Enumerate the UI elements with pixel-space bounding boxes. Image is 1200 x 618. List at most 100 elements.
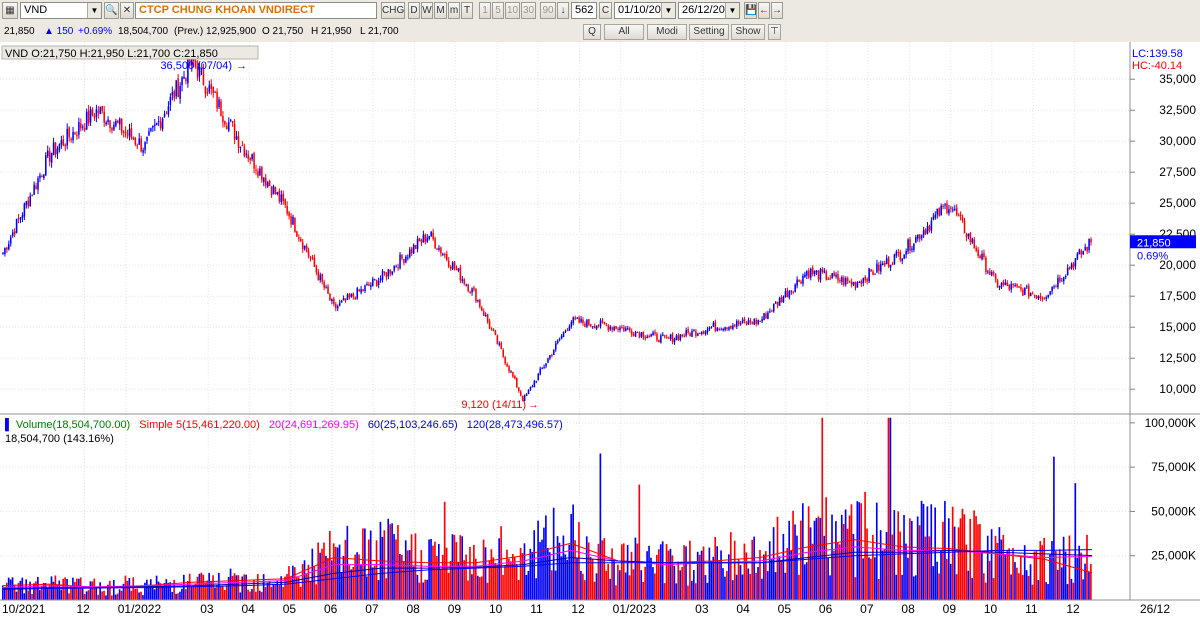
tick-button[interactable]: T <box>461 2 473 19</box>
price-candle-body <box>813 270 816 275</box>
interval-30-button[interactable]: 30 <box>521 2 536 19</box>
volume-bar <box>260 591 263 600</box>
volume-bar <box>803 564 806 600</box>
back-arrow-icon[interactable]: ← <box>758 2 770 19</box>
show-button[interactable]: Show <box>731 24 765 40</box>
volume-bar <box>420 550 423 600</box>
price-candle-body <box>91 110 94 116</box>
volume-bar <box>934 507 936 600</box>
volume-bar <box>829 575 831 600</box>
arrow-down-icon[interactable]: ↓ <box>557 2 569 19</box>
volume-bar <box>564 554 567 600</box>
chg-button[interactable]: CHG <box>381 2 405 19</box>
price-candle-body <box>728 326 730 330</box>
time-tick-label: 05 <box>283 602 297 616</box>
price-candle-body <box>1072 263 1075 268</box>
volume-tick-label: 25,000K <box>1151 549 1196 563</box>
modi-button[interactable]: Modi <box>647 24 687 40</box>
volume-bar <box>1062 536 1065 600</box>
volume-bar <box>443 501 446 600</box>
volume-bar <box>128 577 131 600</box>
volume-bar <box>946 558 948 600</box>
price-candle-body <box>227 122 230 131</box>
volume-bar <box>716 546 718 600</box>
volume-bar <box>1019 555 1022 600</box>
c-button[interactable]: C <box>599 2 612 19</box>
volume-bar <box>630 551 633 600</box>
price-candle-body <box>132 137 135 140</box>
volume-bar <box>916 516 919 600</box>
date-to-field[interactable]: 26/12/202 ▼ <box>678 2 740 19</box>
price-candle-body <box>948 209 950 214</box>
volume-bar <box>266 583 269 600</box>
price-candle-body <box>662 334 664 336</box>
volume-bar <box>126 580 129 600</box>
pin-icon[interactable]: ⊤ <box>768 24 781 40</box>
price-candle-body <box>516 378 518 388</box>
volume-bar <box>305 573 308 600</box>
volume-bar <box>183 574 185 600</box>
volume-bar <box>1082 579 1084 600</box>
price-candle-body <box>808 270 810 278</box>
price-candle-body <box>564 330 567 332</box>
volume-bar <box>315 584 318 600</box>
volume-bar <box>576 557 578 600</box>
volume-bar <box>720 550 722 600</box>
volume-bar <box>321 548 323 600</box>
volume-bar <box>307 564 310 600</box>
setting-button[interactable]: Setting <box>689 24 729 40</box>
daily-button[interactable]: D <box>408 2 420 19</box>
interval-10-button[interactable]: 10 <box>505 2 520 19</box>
bar-count-input[interactable]: 562 <box>571 2 597 19</box>
volume-bar <box>1056 569 1059 600</box>
price-tick-label: 27,500 <box>1159 165 1196 179</box>
q-button[interactable]: Q <box>583 24 601 40</box>
search-icon[interactable]: 🔍 <box>104 2 119 19</box>
close-icon[interactable]: ✕ <box>120 2 134 19</box>
chevron-down-icon[interactable]: ▼ <box>87 3 101 18</box>
forward-arrow-icon[interactable]: → <box>771 2 783 19</box>
interval-1-button[interactable]: 1 <box>479 2 491 19</box>
price-candle-body <box>827 278 830 280</box>
price-volume-chart[interactable]: 35,00032,50030,00027,50025,00022,50020,0… <box>0 42 1200 618</box>
volume-bar <box>105 595 107 600</box>
price-candle-body <box>321 273 323 282</box>
price-candle-body <box>926 225 929 234</box>
volume-bar <box>511 553 514 600</box>
volume-bar <box>515 563 518 600</box>
price-candle-body <box>37 178 39 190</box>
all-button[interactable]: All <box>604 24 644 40</box>
time-tick-label: 06 <box>819 602 833 616</box>
volume-bar <box>782 533 785 600</box>
volume-bar <box>171 591 173 600</box>
calendar-dropdown-icon[interactable]: ▼ <box>661 3 675 18</box>
minute-button[interactable]: m <box>448 2 460 19</box>
date-from-field[interactable]: 01/10/202 ▼ <box>614 2 676 19</box>
volume-bar <box>192 586 195 600</box>
price-candle-body <box>83 127 86 131</box>
volume-bar <box>644 566 646 600</box>
price-candle-body <box>823 270 826 273</box>
monthly-button[interactable]: M <box>434 2 447 19</box>
calendar-dropdown-icon[interactable]: ▼ <box>725 3 739 18</box>
quote-change-pct: +0.69% <box>78 26 113 37</box>
time-tick-label: 12 <box>571 602 585 616</box>
last-price-tag: 21,850 <box>1137 237 1171 249</box>
price-candle-body <box>1090 239 1092 243</box>
price-candle-body <box>383 271 386 273</box>
price-candle-body <box>280 194 283 203</box>
interval-90-button[interactable]: 90 <box>540 2 556 19</box>
volume-bar <box>667 550 670 600</box>
grid-icon[interactable]: ▦ <box>2 2 18 19</box>
price-candle-body <box>134 138 137 145</box>
volume-bar <box>270 586 273 600</box>
price-candle-body <box>609 326 612 330</box>
save-icon[interactable]: 💾 <box>744 2 757 19</box>
symbol-select[interactable]: VND ▼ <box>20 2 102 19</box>
price-candle-body <box>844 278 847 285</box>
price-candle-body <box>850 281 853 285</box>
interval-5-button[interactable]: 5 <box>492 2 504 19</box>
weekly-button[interactable]: W <box>421 2 433 19</box>
price-candle-body <box>348 293 351 298</box>
price-candle-body <box>697 333 699 336</box>
